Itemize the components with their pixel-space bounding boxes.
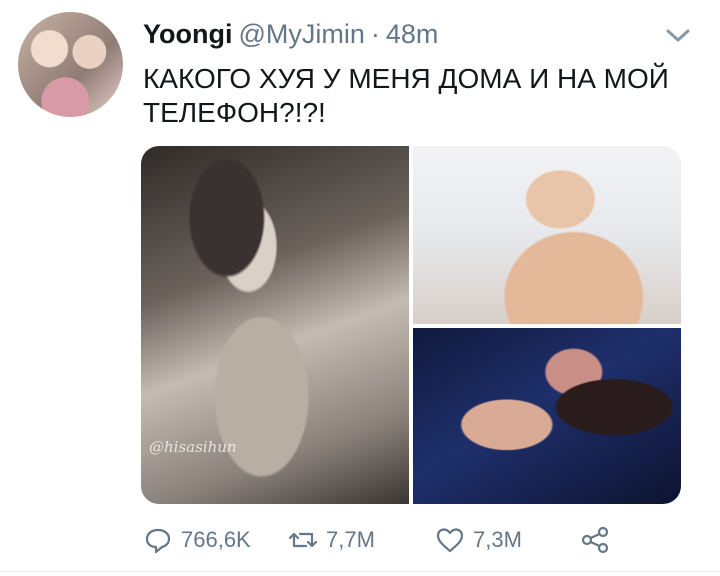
media-grid[interactable]: @hisasihun (141, 146, 681, 504)
divider (0, 571, 720, 572)
retweet-count: 7,7M (326, 527, 375, 552)
media-photo-1[interactable]: @hisasihun (141, 146, 409, 504)
reply-button[interactable]: 766,6K (143, 522, 251, 558)
chevron-down-icon[interactable] (664, 24, 692, 46)
share-button[interactable] (580, 522, 610, 558)
retweet-icon (288, 532, 318, 548)
avatar[interactable] (18, 12, 123, 117)
tweet-text: КАКОГО ХУЯ У МЕНЯ ДОМА И НА МОЙ ТЕЛЕФОН?… (143, 63, 669, 128)
share-icon (581, 526, 609, 554)
tweet-header: Yoongi @MyJimin · 48m (143, 16, 438, 52)
like-button[interactable]: 7,3M (435, 522, 522, 558)
reply-icon (145, 528, 171, 554)
separator: · (370, 18, 380, 49)
display-name[interactable]: Yoongi (143, 19, 232, 50)
heart-icon (436, 528, 464, 553)
timestamp[interactable]: 48m (386, 19, 439, 50)
watermark: @hisasihun (149, 438, 237, 456)
action-bar: 766,6K 7,7M 7,3M (0, 522, 720, 558)
reply-count: 766,6K (181, 527, 251, 552)
media-photo-3[interactable] (413, 328, 681, 504)
retweet-button[interactable]: 7,7M (288, 522, 375, 558)
user-handle[interactable]: @MyJimin (238, 19, 364, 50)
like-count: 7,3M (473, 527, 522, 552)
media-photo-2[interactable] (413, 146, 681, 324)
